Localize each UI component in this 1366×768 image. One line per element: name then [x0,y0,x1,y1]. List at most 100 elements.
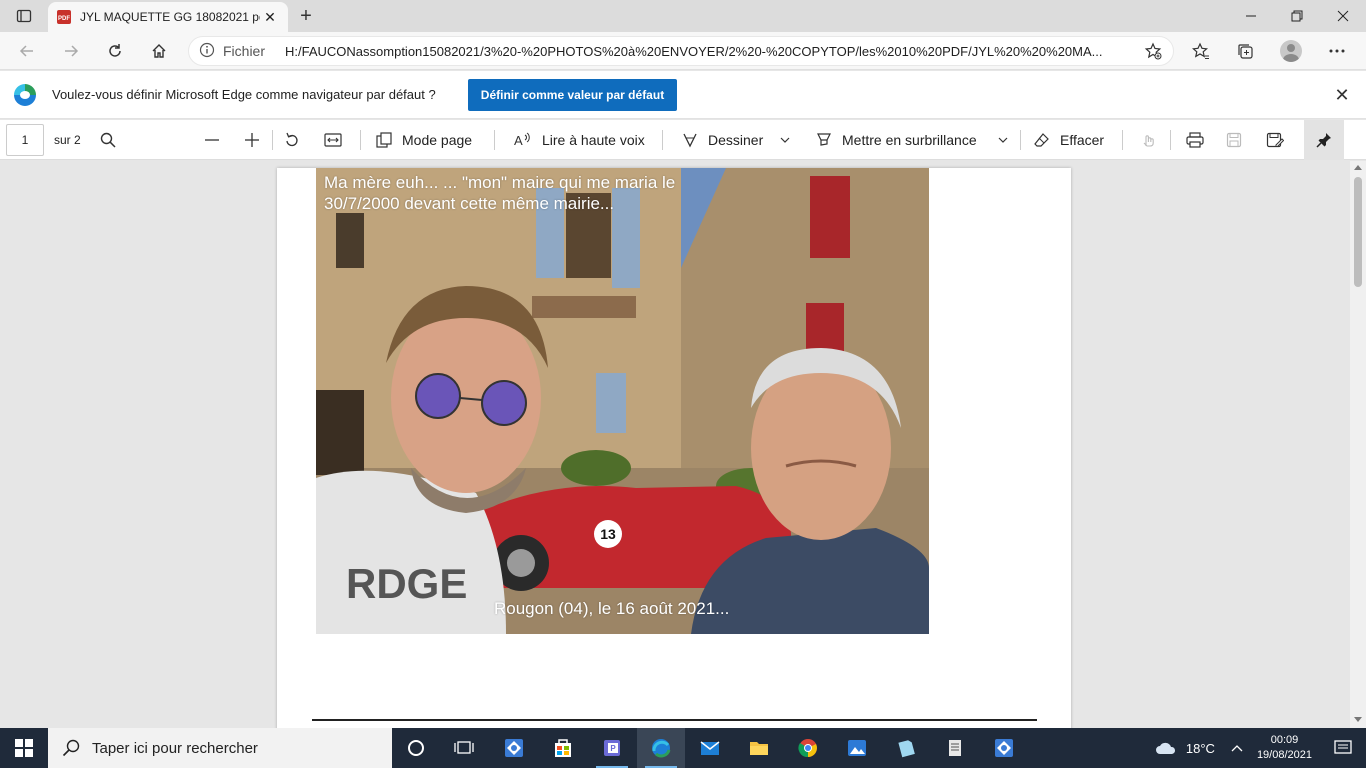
profile-avatar[interactable] [1276,36,1306,66]
home-button[interactable] [144,36,174,66]
url-bar[interactable]: Fichier H:/FAUCONassomption15082021/3%20… [188,36,1174,66]
minimize-button[interactable] [1228,0,1274,32]
close-infobar-icon[interactable]: ✕ [1332,85,1352,105]
pdf-viewer[interactable]: 13 RDGE Ma mère euh... ... "mon" maire q… [0,161,1350,728]
pin-toolbar-icon[interactable] [1304,120,1344,160]
document-app-icon[interactable] [931,728,979,768]
browser-tab[interactable]: PDF JYL MAQUETTE GG 18082021 pdf ✕ [48,2,288,32]
page-count-label: sur 2 [54,133,81,147]
selfie-photo-illustration: 13 RDGE [316,168,929,634]
divider [662,130,663,150]
photos-icon[interactable] [833,728,881,768]
scroll-down-arrow-icon[interactable] [1354,717,1362,722]
divider [1020,130,1021,150]
pdf-page: 13 RDGE Ma mère euh... ... "mon" maire q… [277,168,1071,728]
temperature-label: 18°C [1185,740,1215,756]
windows-logo-icon [15,739,33,757]
photo-caption-bottom: Rougon (04), le 16 août 2021... [494,599,730,618]
svg-text:RDGE: RDGE [346,560,467,607]
zoom-in-button[interactable] [244,126,260,154]
weather-widget[interactable]: 18°C [1154,740,1215,756]
erase-button[interactable]: Effacer [1034,126,1104,154]
remote-app-icon[interactable] [490,728,538,768]
remote-desktop-icon[interactable] [980,728,1028,768]
add-favorite-icon[interactable] [1143,41,1163,61]
scroll-up-arrow-icon[interactable] [1354,165,1362,170]
read-aloud-button[interactable]: A Lire à haute voix [514,126,645,154]
vertical-scrollbar[interactable] [1350,161,1366,728]
divider [360,130,361,150]
chrome-icon[interactable] [784,728,832,768]
draw-icon [683,133,697,148]
draw-options-chevron-down-icon[interactable] [780,126,790,154]
address-bar: Fichier H:/FAUCONassomption15082021/3%20… [0,32,1366,70]
store-icon[interactable] [539,728,587,768]
system-clock[interactable]: 00:09 19/08/2021 [1257,733,1312,763]
set-default-button[interactable]: Définir comme valeur par défaut [468,79,677,111]
taskbar-search-placeholder: Taper ici pour rechercher [92,739,258,757]
notepad-app-icon[interactable] [882,728,930,768]
divider [1170,130,1171,150]
search-icon [62,739,80,757]
avatar [1280,40,1302,62]
search-icon[interactable] [100,126,116,154]
svg-text:13: 13 [600,526,616,542]
divider [1122,130,1123,150]
forward-button[interactable] [56,36,86,66]
windows-taskbar: Taper ici pour rechercher P 18°C 00:09 1… [0,728,1366,768]
system-tray: 18°C 00:09 19/08/2021 [1154,728,1366,768]
highlight-button[interactable]: Mettre en surbrillance [816,126,977,154]
page-mode-button[interactable]: Mode page [376,126,472,154]
draw-button[interactable]: Dessiner [682,126,763,154]
cortana-icon[interactable] [392,728,440,768]
page-mode-icon [376,132,392,148]
infobar-message: Voulez-vous définir Microsoft Edge comme… [52,87,436,102]
draw-label: Dessiner [708,132,764,148]
page-mode-label: Mode page [402,132,473,148]
scrollbar-thumb[interactable] [1354,177,1362,287]
new-tab-button[interactable]: + [292,4,320,28]
page-number-input[interactable]: 1 [6,124,44,156]
zoom-out-button[interactable] [204,126,220,154]
svg-text:PDF: PDF [58,16,70,22]
close-window-button[interactable] [1320,0,1366,32]
file-explorer-icon[interactable] [735,728,783,768]
show-hidden-icons-chevron-up-icon[interactable] [1231,741,1243,755]
page-divider-line [312,719,1037,721]
tab-actions-icon[interactable] [8,4,40,28]
fit-width-button[interactable] [324,126,342,154]
rotate-button[interactable] [284,126,300,154]
notification-center-icon[interactable] [1328,740,1358,756]
svg-text:P: P [610,744,616,753]
read-aloud-icon: A [514,132,530,148]
collections-icon[interactable] [1230,36,1260,66]
touch-write-icon[interactable] [1140,126,1156,154]
highlight-label: Mettre en surbrillance [842,132,977,148]
pdf-toolbar: 1 sur 2 Mode page A Lire à haute voix De… [0,120,1366,160]
save-as-icon[interactable] [1266,126,1284,154]
refresh-button[interactable] [100,36,130,66]
print-icon[interactable] [1186,126,1204,154]
start-button[interactable] [0,728,48,768]
url-text[interactable]: H:/FAUCONassomption15082021/3%20-%20PHOT… [285,44,1143,59]
erase-label: Effacer [1060,132,1105,148]
window-controls [1228,0,1366,32]
clock-date: 19/08/2021 [1256,749,1312,761]
favorites-icon[interactable] [1186,36,1216,66]
url-scheme-label: Fichier [223,43,266,59]
close-tab-icon[interactable]: ✕ [260,7,280,27]
clock-time: 00:09 [1270,734,1299,746]
taskbar-search-box[interactable]: Taper ici pour rechercher [48,728,392,768]
divider [272,130,273,150]
edge-browser-icon[interactable] [637,728,685,768]
mail-icon[interactable] [686,728,734,768]
title-bar: PDF JYL MAQUETTE GG 18082021 pdf ✕ + [0,0,1366,32]
save-icon[interactable] [1226,126,1242,154]
highlight-options-chevron-down-icon[interactable] [998,126,1008,154]
back-button[interactable] [12,36,42,66]
restore-button[interactable] [1274,0,1320,32]
publisher-icon[interactable]: P [588,728,636,768]
info-icon[interactable] [199,42,215,61]
more-options-icon[interactable] [1322,36,1352,66]
task-view-icon[interactable] [440,728,488,768]
